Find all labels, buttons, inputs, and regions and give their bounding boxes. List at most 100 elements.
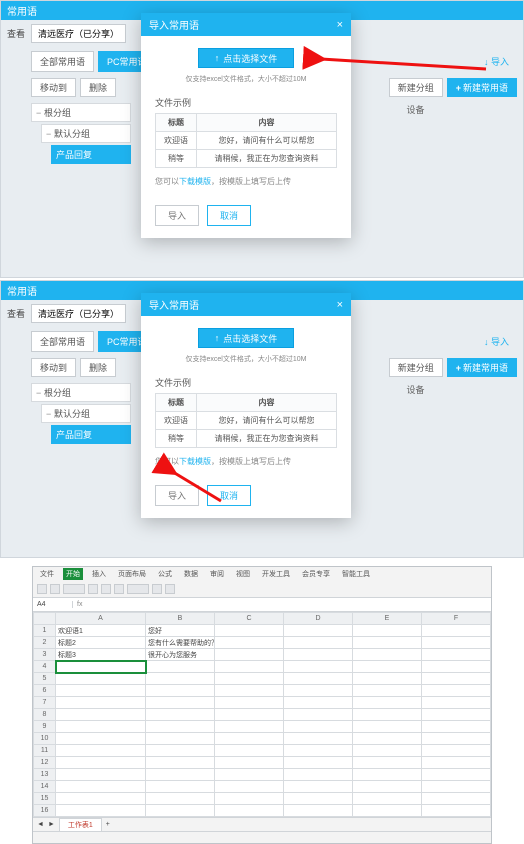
import-link[interactable]: ↓ 导入 (484, 335, 509, 348)
cell[interactable] (422, 661, 491, 673)
cell[interactable]: 您好 (146, 625, 215, 637)
upload-button[interactable]: ↑ 点击选择文件 (198, 328, 294, 348)
cell[interactable] (284, 769, 353, 781)
cell[interactable] (56, 709, 146, 721)
row-header[interactable]: 4 (34, 661, 56, 673)
cell[interactable] (146, 781, 215, 793)
spreadsheet-grid[interactable]: A B C D E F 1欢迎语1您好 2标题2您有什么需要帮助的？ 3标题3很… (33, 612, 491, 817)
cell[interactable] (215, 625, 284, 637)
rib-tab[interactable]: 数据 (181, 568, 201, 580)
cell[interactable]: 标题2 (56, 637, 146, 649)
active-cell[interactable] (56, 661, 146, 673)
rib-tab[interactable]: 页面布局 (115, 568, 149, 580)
cell[interactable] (284, 685, 353, 697)
cell[interactable] (215, 661, 284, 673)
row-header[interactable]: 1 (34, 625, 56, 637)
cell[interactable] (56, 733, 146, 745)
add-sheet-icon[interactable]: + (106, 821, 110, 828)
cell[interactable] (284, 793, 353, 805)
cell[interactable]: 标题3 (56, 649, 146, 661)
row-header[interactable]: 15 (34, 793, 56, 805)
cell[interactable] (422, 757, 491, 769)
dialog-import-button[interactable]: 导入 (155, 205, 199, 226)
rib-tab[interactable]: 公式 (155, 568, 175, 580)
cell[interactable] (353, 805, 422, 817)
col-header[interactable]: C (215, 613, 284, 625)
cell[interactable] (284, 673, 353, 685)
cell[interactable] (422, 745, 491, 757)
cell[interactable] (353, 661, 422, 673)
cell[interactable] (56, 673, 146, 685)
cell[interactable] (146, 769, 215, 781)
cell[interactable] (353, 769, 422, 781)
close-icon[interactable]: × (337, 299, 343, 311)
move-button[interactable]: 移动到 (31, 78, 76, 97)
move-button[interactable]: 移动到 (31, 358, 76, 377)
cell[interactable] (422, 781, 491, 793)
cell[interactable] (284, 721, 353, 733)
cell[interactable] (215, 685, 284, 697)
download-template-link[interactable]: 下载模版 (179, 177, 211, 186)
cell[interactable] (56, 805, 146, 817)
cell[interactable] (284, 757, 353, 769)
cell[interactable] (56, 697, 146, 709)
sheet-nav-icon[interactable]: ► (48, 821, 55, 828)
cell[interactable] (422, 697, 491, 709)
delete-button[interactable]: 删除 (80, 358, 116, 377)
cell[interactable] (422, 721, 491, 733)
rib-tab[interactable]: 开发工具 (259, 568, 293, 580)
tree-product[interactable]: 产品回复 (51, 425, 131, 444)
tool-icon[interactable] (114, 584, 124, 594)
rib-tab[interactable]: 会员专享 (299, 568, 333, 580)
row-header[interactable]: 8 (34, 709, 56, 721)
dialog-cancel-button[interactable]: 取消 (207, 485, 251, 506)
cell[interactable] (215, 769, 284, 781)
tool-icon[interactable] (88, 584, 98, 594)
cell[interactable] (215, 673, 284, 685)
import-link[interactable]: ↓ 导入 (484, 55, 509, 68)
cell[interactable] (422, 637, 491, 649)
cell[interactable] (56, 781, 146, 793)
cell[interactable] (353, 697, 422, 709)
row-header[interactable]: 14 (34, 781, 56, 793)
crumb-value[interactable]: 清远医疗（已分享） (31, 24, 126, 43)
cell[interactable] (146, 805, 215, 817)
cell[interactable] (353, 649, 422, 661)
row-header[interactable]: 9 (34, 721, 56, 733)
rib-tab[interactable]: 插入 (89, 568, 109, 580)
cell[interactable] (353, 673, 422, 685)
cell[interactable] (56, 757, 146, 769)
corner-cell[interactable] (34, 613, 56, 625)
cell[interactable] (284, 637, 353, 649)
cell[interactable] (422, 685, 491, 697)
col-header[interactable]: E (353, 613, 422, 625)
cell[interactable] (353, 757, 422, 769)
cell[interactable] (215, 793, 284, 805)
cell[interactable] (215, 745, 284, 757)
cell[interactable] (215, 709, 284, 721)
col-header[interactable]: D (284, 613, 353, 625)
tree-default[interactable]: −默认分组 (41, 124, 131, 143)
cell[interactable] (215, 697, 284, 709)
cell[interactable] (215, 721, 284, 733)
tool-icon[interactable] (37, 584, 47, 594)
cell[interactable] (353, 709, 422, 721)
row-header[interactable]: 3 (34, 649, 56, 661)
cell[interactable]: 欢迎语1 (56, 625, 146, 637)
cell[interactable] (284, 661, 353, 673)
cell[interactable] (284, 781, 353, 793)
cell[interactable] (146, 745, 215, 757)
upload-button[interactable]: ↑ 点击选择文件 (198, 48, 294, 68)
rib-tab[interactable]: 审阅 (207, 568, 227, 580)
row-header[interactable]: 6 (34, 685, 56, 697)
delete-button[interactable]: 删除 (80, 78, 116, 97)
cell[interactable] (353, 793, 422, 805)
cell[interactable] (353, 721, 422, 733)
name-box[interactable]: A4 (33, 601, 73, 608)
cell[interactable] (422, 733, 491, 745)
cell[interactable] (422, 793, 491, 805)
cell[interactable]: 很开心为您服务 (146, 649, 215, 661)
cell[interactable] (146, 673, 215, 685)
rib-tab[interactable]: 智能工具 (339, 568, 373, 580)
cell[interactable] (422, 625, 491, 637)
